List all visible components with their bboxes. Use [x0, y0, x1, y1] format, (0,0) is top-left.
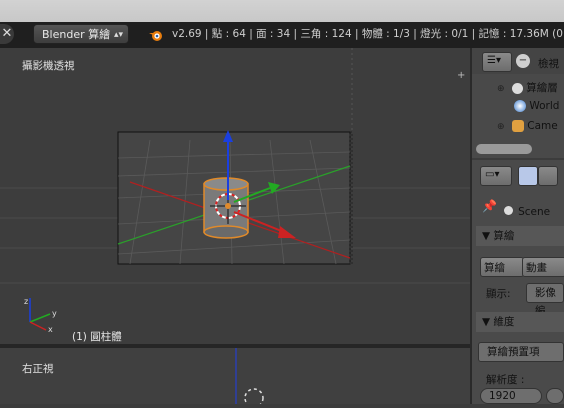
scene-breadcrumb: Scene	[504, 200, 550, 219]
render-layers-icon	[511, 82, 523, 94]
scene-icon	[504, 206, 513, 215]
expand-icon[interactable]: ⊕	[497, 84, 505, 94]
render-panel-header[interactable]: ▼ 算繪	[476, 226, 564, 246]
svg-text:x: x	[48, 325, 53, 334]
outliner-view-label: 檢視	[538, 58, 559, 70]
resolution-y-field[interactable]	[546, 388, 564, 404]
plus-icon[interactable]: +	[457, 70, 465, 81]
outliner-item-camera[interactable]: ⊕ Came	[497, 120, 558, 132]
render-engine-label: Blender 算繪	[42, 28, 111, 41]
pin-icon[interactable]: 📌	[482, 199, 497, 213]
display-select[interactable]: 影像編	[526, 283, 564, 317]
3d-viewport[interactable]: z y x	[0, 48, 470, 344]
render-tab-camera-icon[interactable]	[518, 166, 538, 186]
scene-stats: v2.69 | 點 : 64 | 面 : 34 | 三角 : 124 | 物體 …	[172, 28, 563, 40]
outliner-item-render-layers[interactable]: ⊕ 算繪層	[497, 80, 558, 95]
svg-text:z: z	[24, 297, 28, 306]
render-presets-select[interactable]: 算繪預置項	[478, 342, 564, 362]
display-label: 顯示:	[486, 288, 511, 300]
bottom-view-title: 右正視	[22, 363, 54, 375]
render-button[interactable]: 算繪	[480, 257, 524, 277]
animation-button[interactable]: 動畫	[522, 257, 564, 277]
outliner-item-label: World	[529, 100, 560, 112]
active-object-label: (1) 圓柱體	[72, 331, 122, 343]
outliner-item-label: Came	[527, 120, 558, 132]
right-ortho-viewport[interactable]	[0, 348, 470, 408]
scene-label: Scene	[518, 206, 551, 218]
expand-icon[interactable]: ⊕	[497, 122, 505, 132]
resolution-label: 解析度 :	[486, 374, 525, 386]
outliner-item-label: 算繪層	[526, 82, 558, 94]
svg-text:y: y	[52, 309, 57, 318]
chevron-updown-icon: ▴▾	[113, 30, 123, 40]
dimensions-panel-header[interactable]: ▼ 維度	[476, 312, 564, 332]
outliner-item-world[interactable]: World	[514, 100, 559, 112]
properties-editor-type-button[interactable]: ▭▾	[480, 166, 512, 186]
render-engine-select[interactable]: Blender 算繪 ▴▾	[33, 24, 129, 44]
render-button-label: 算繪	[484, 262, 505, 274]
scene-tab-icon[interactable]	[538, 166, 558, 186]
collapse-icon[interactable]: −	[516, 54, 530, 68]
camera-icon	[511, 120, 524, 132]
axis-indicator: z y x	[24, 297, 57, 334]
properties-panel	[472, 160, 564, 404]
outliner-editor-type-button[interactable]: ☰▾	[482, 52, 512, 72]
blender-logo-icon	[149, 31, 162, 41]
right-ortho-scene	[235, 348, 264, 408]
editor-type-icon: ▭▾	[485, 169, 500, 180]
resolution-x-field[interactable]: 1920	[480, 388, 542, 404]
outliner-scrollbar[interactable]	[476, 144, 532, 154]
world-icon	[514, 100, 526, 112]
animation-button-label: 動畫	[526, 262, 547, 274]
viewport-scene: z y x	[0, 48, 470, 334]
viewport-title: 攝影機透視	[22, 60, 75, 72]
outliner-list-icon: ☰▾	[487, 55, 501, 66]
